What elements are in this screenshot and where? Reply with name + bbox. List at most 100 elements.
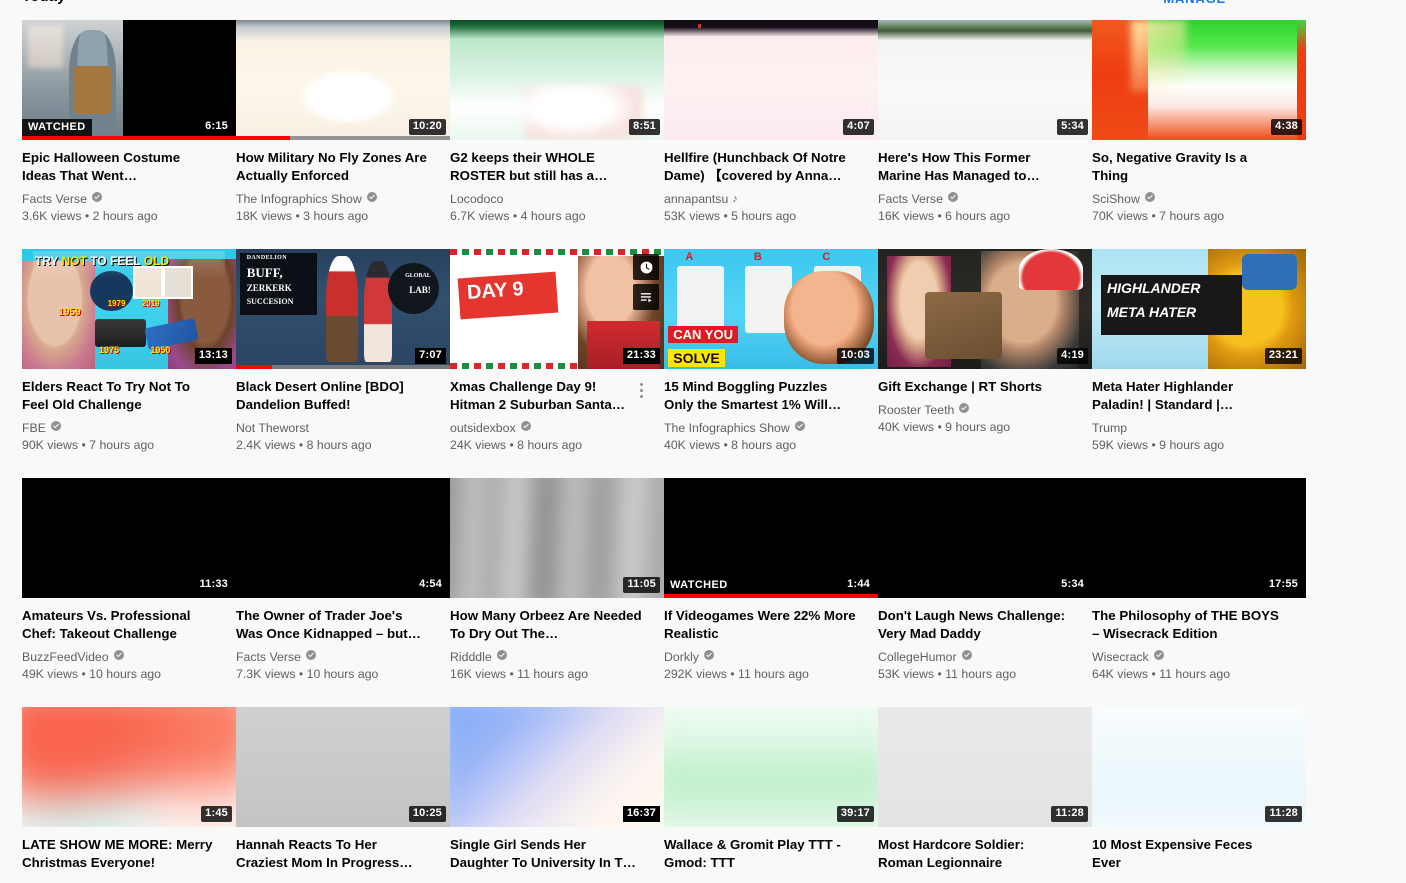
video-thumbnail[interactable]: 11:28 xyxy=(1092,707,1306,827)
video-title[interactable]: Most Hardcore Soldier: Roman Legionnaire xyxy=(878,836,1070,872)
video-title[interactable]: How Many Orbeez Are Needed To Dry Out Th… xyxy=(450,607,642,643)
video-title[interactable]: Xmas Challenge Day 9! Hitman 2 Suburban … xyxy=(450,378,642,414)
channel-name[interactable]: The Infographics Show xyxy=(664,420,856,436)
channel-name[interactable]: CollegeHumor xyxy=(878,649,1070,665)
video-title[interactable]: Wallace & Gromit Play TTT - Gmod: TTT xyxy=(664,836,856,872)
channel-name[interactable]: FBE xyxy=(22,420,214,436)
video-card[interactable]: HIGHLANDER META HATER 23:21 Meta Hater High… xyxy=(1092,249,1306,478)
video-thumbnail[interactable]: DANDELION BUFF, ZERKERK SUCCESION GLOBAL LAB!… xyxy=(236,249,450,369)
channel-name[interactable]: Wisecrack xyxy=(1092,649,1284,665)
channel-name[interactable]: outsidexbox xyxy=(450,420,642,436)
music-note-icon: ♪ xyxy=(732,193,738,205)
video-card[interactable]: DAY 9 21:33 Xmas Challenge Day 9! Hitman 2… xyxy=(450,249,664,478)
more-options-icon[interactable] xyxy=(634,379,648,401)
video-card[interactable]: 5:34 Here's How This Former Marine Has Ma… xyxy=(878,20,1092,249)
video-title[interactable]: Hannah Reacts To Her Craziest Mom In Pro… xyxy=(236,836,428,872)
channel-name[interactable]: Dorkly xyxy=(664,649,856,665)
video-thumbnail[interactable]: 10:20 xyxy=(236,20,450,140)
channel-name[interactable]: SciShow xyxy=(1092,191,1284,207)
watch-later-clock-icon[interactable] xyxy=(633,254,659,280)
video-thumbnail[interactable]: 10:25 xyxy=(236,707,450,827)
channel-name[interactable]: Locodoco xyxy=(450,191,642,207)
video-thumbnail[interactable]: A B C CAN YOU SOLVE 10:03 xyxy=(664,249,878,369)
channel-name[interactable]: annapantsu ♪ xyxy=(664,191,856,207)
video-title[interactable]: 10 Most Expensive Feces Ever xyxy=(1092,836,1284,872)
video-stats: 3.6K views • 2 hours ago xyxy=(22,209,158,223)
video-card[interactable]: DANDELION BUFF, ZERKERK SUCCESION GLOBAL LAB!… xyxy=(236,249,450,478)
channel-name[interactable]: Facts Verse xyxy=(878,191,1070,207)
video-card[interactable]: 4:38 So, Negative Gravity Is a Thing SciSh… xyxy=(1092,20,1306,249)
video-thumbnail[interactable]: 11:33 xyxy=(22,478,236,598)
video-title[interactable]: Black Desert Online [BDO] Dandelion Buff… xyxy=(236,378,428,414)
video-thumbnail[interactable]: HIGHLANDER META HATER 23:21 xyxy=(1092,249,1306,369)
video-card[interactable]: 10:20 How Military No Fly Zones Are Actua… xyxy=(236,20,450,249)
video-card[interactable]: 11:33 Amateurs Vs. Professional Chef: Tak… xyxy=(22,478,236,707)
video-title[interactable]: How Military No Fly Zones Are Actually E… xyxy=(236,149,428,185)
video-card[interactable]: 39:17 Wallace & Gromit Play TTT - Gmod: T… xyxy=(664,707,878,883)
video-title[interactable]: LATE SHOW ME MORE: Merry Christmas Every… xyxy=(22,836,214,872)
video-thumbnail[interactable]: 16:37 xyxy=(450,707,664,827)
video-thumbnail[interactable]: 5:34 xyxy=(878,478,1092,598)
video-title[interactable]: Here's How This Former Marine Has Manage… xyxy=(878,149,1070,185)
video-card[interactable]: 5:34 Don't Laugh News Challenge: Very Mad… xyxy=(878,478,1092,707)
channel-name[interactable]: The Infographics Show xyxy=(236,191,428,207)
channel-name[interactable]: Not Theworst xyxy=(236,420,428,436)
video-thumbnail[interactable]: 39:17 xyxy=(664,707,878,827)
video-thumbnail[interactable]: DAY 9 21:33 xyxy=(450,249,664,369)
manage-button[interactable]: MANAGE xyxy=(1163,0,1226,6)
video-card[interactable]: 11:05 How Many Orbeez Are Needed To Dry O… xyxy=(450,478,664,707)
video-card[interactable]: TRY NOT TO FEEL OLD 1959 1979 2019 1975 1950 1… xyxy=(22,249,236,478)
video-title[interactable]: The Owner of Trader Joe's Was Once Kidna… xyxy=(236,607,428,643)
video-thumbnail[interactable]: 4:38 xyxy=(1092,20,1306,140)
channel-name[interactable]: Trump xyxy=(1092,420,1284,436)
video-title[interactable]: G2 keeps their WHOLE ROSTER but still ha… xyxy=(450,149,642,185)
video-thumbnail[interactable]: WATCHED 6:15 xyxy=(22,20,236,140)
video-thumbnail[interactable]: 17:55 xyxy=(1092,478,1306,598)
video-meta: 10 Most Expensive Feces Ever xyxy=(1092,827,1284,872)
grid-view-icon[interactable] xyxy=(1248,0,1265,7)
video-card[interactable]: 1:45 LATE SHOW ME MORE: Merry Christmas E… xyxy=(22,707,236,883)
video-title[interactable]: Hellfire (Hunchback Of Notre Dame) 【cove… xyxy=(664,149,856,185)
video-thumbnail[interactable]: TRY NOT TO FEEL OLD 1959 1979 2019 1975 1950 1… xyxy=(22,249,236,369)
video-title[interactable]: The Philosophy of THE BOYS – Wisecrack E… xyxy=(1092,607,1284,643)
video-title[interactable]: Amateurs Vs. Professional Chef: Takeout … xyxy=(22,607,214,643)
video-card[interactable]: 4:54 The Owner of Trader Joe's Was Once K… xyxy=(236,478,450,707)
channel-name[interactable]: Facts Verse xyxy=(22,191,214,207)
video-card[interactable]: 16:37 Single Girl Sends Her Daughter To U… xyxy=(450,707,664,883)
video-card[interactable]: 11:28 Most Hardcore Soldier: Roman Legion… xyxy=(878,707,1092,883)
video-card[interactable]: 8:51 G2 keeps their WHOLE ROSTER but stil… xyxy=(450,20,664,249)
video-thumbnail[interactable]: 4:07 xyxy=(664,20,878,140)
video-card[interactable]: WATCHED 1:44 If Videogames Were 22% More R… xyxy=(664,478,878,707)
video-thumbnail[interactable]: 5:34 xyxy=(878,20,1092,140)
video-title[interactable]: If Videogames Were 22% More Realistic xyxy=(664,607,856,643)
video-thumbnail[interactable]: 8:51 xyxy=(450,20,664,140)
video-thumbnail[interactable]: 11:28 xyxy=(878,707,1092,827)
video-thumbnail[interactable]: 4:19 xyxy=(878,249,1092,369)
video-title[interactable]: 15 Mind Boggling Puzzles Only the Smarte… xyxy=(664,378,856,414)
video-card[interactable]: 10:25 Hannah Reacts To Her Craziest Mom I… xyxy=(236,707,450,883)
video-card[interactable]: A B C CAN YOU SOLVE 10:03 15 Mind Boggling Puz… xyxy=(664,249,878,478)
video-title[interactable]: Gift Exchange | RT Shorts xyxy=(878,378,1070,396)
add-to-queue-icon[interactable] xyxy=(633,284,659,310)
channel-name[interactable]: Ridddle xyxy=(450,649,642,665)
video-title[interactable]: Don't Laugh News Challenge: Very Mad Dad… xyxy=(878,607,1070,643)
video-title[interactable]: Elders React To Try Not To Feel Old Chal… xyxy=(22,378,214,414)
video-card[interactable]: 4:19 Gift Exchange | RT Shorts Rooster Tee… xyxy=(878,249,1092,478)
video-thumbnail[interactable]: 1:45 xyxy=(22,707,236,827)
channel-name[interactable]: Facts Verse xyxy=(236,649,428,665)
video-title[interactable]: Single Girl Sends Her Daughter To Univer… xyxy=(450,836,642,872)
video-thumbnail[interactable]: 11:05 xyxy=(450,478,664,598)
list-view-icon[interactable] xyxy=(1287,0,1306,7)
video-card[interactable]: WATCHED 6:15 Epic Halloween Costume Ideas … xyxy=(22,20,236,249)
video-thumbnail[interactable]: 4:54 xyxy=(236,478,450,598)
channel-name[interactable]: BuzzFeedVideo xyxy=(22,649,214,665)
video-thumbnail[interactable]: WATCHED 1:44 xyxy=(664,478,878,598)
video-card[interactable]: 4:07 Hellfire (Hunchback Of Notre Dame) 【… xyxy=(664,20,878,249)
channel-name[interactable]: Rooster Teeth xyxy=(878,402,1070,418)
video-card[interactable]: 17:55 The Philosophy of THE BOYS – Wisecr… xyxy=(1092,478,1306,707)
video-title[interactable]: So, Negative Gravity Is a Thing xyxy=(1092,149,1284,185)
video-title[interactable]: Meta Hater Highlander Paladin! | Standar… xyxy=(1092,378,1284,414)
video-title[interactable]: Epic Halloween Costume Ideas That Went… xyxy=(22,149,214,185)
video-card[interactable]: 11:28 10 Most Expensive Feces Ever xyxy=(1092,707,1306,883)
video-duration: 11:28 xyxy=(1265,806,1302,822)
